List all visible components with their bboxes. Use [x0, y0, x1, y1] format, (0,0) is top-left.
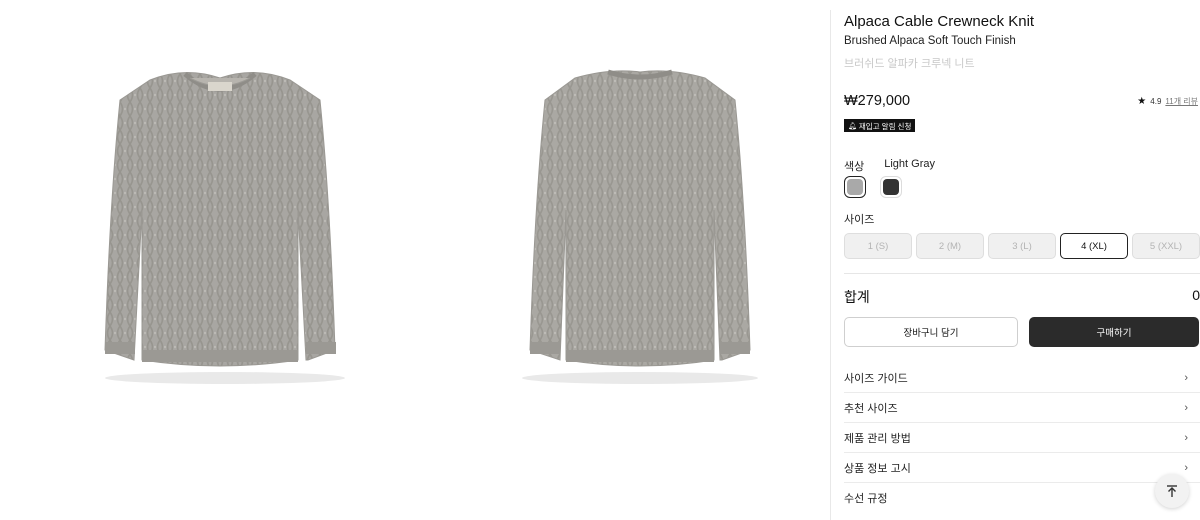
- chevron-right-icon: ›: [1184, 401, 1188, 414]
- restock-label: 재입고 알림 신청: [858, 121, 912, 131]
- size-label: 사이즈: [844, 214, 875, 226]
- size-button-4[interactable]: 4 (XL): [1060, 233, 1128, 259]
- accordion-label: 상품 정보 고시: [844, 462, 911, 475]
- chevron-right-icon: ›: [1184, 371, 1188, 384]
- product-title: Alpaca Cable Crewneck Knit: [844, 13, 1035, 30]
- size-button-5[interactable]: 5 (XXL): [1132, 233, 1200, 259]
- sweater-back-illustration: [522, 69, 758, 384]
- accordion-size-guide[interactable]: 사이즈 가이드 ›: [844, 363, 1200, 393]
- product-price: ₩279,000: [844, 93, 911, 109]
- product-gallery: [0, 0, 830, 520]
- rating-value: 4.9: [1150, 97, 1162, 106]
- product-info-panel: Alpaca Cable Crewneck Knit Brushed Alpac…: [844, 0, 1200, 520]
- total-value: 0: [1192, 287, 1200, 303]
- chevron-right-icon: ›: [1184, 431, 1188, 444]
- accordion-label: 제품 관리 방법: [844, 432, 911, 445]
- section-divider: [844, 273, 1200, 274]
- total-label: 합계: [844, 289, 870, 305]
- color-swatch-light-gray[interactable]: [844, 176, 866, 198]
- info-accordion: 사이즈 가이드 › 추천 사이즈 › 제품 관리 방법 › 상품 정보 고시 ›…: [844, 363, 1200, 513]
- accordion-label: 사이즈 가이드: [844, 372, 908, 385]
- star-icon: ★: [1137, 96, 1147, 107]
- reviews-link[interactable]: 11개 리뷰: [1165, 96, 1198, 107]
- chevron-right-icon: ›: [1184, 461, 1188, 474]
- size-button-1[interactable]: 1 (S): [844, 233, 912, 259]
- restock-alert-button[interactable]: 🔔︎ 재입고 알림 신청: [844, 119, 916, 132]
- size-options: 1 (S) 2 (M) 3 (L) 4 (XL) 5 (XXL): [844, 233, 1200, 259]
- accordion-product-notice[interactable]: 상품 정보 고시 ›: [844, 453, 1200, 483]
- color-label: 색상: [844, 161, 865, 173]
- rating-summary: ★ 4.9 11개 리뷰: [1137, 96, 1198, 107]
- product-name-korean: 브러쉬드 알파카 크루넥 니트: [844, 58, 975, 70]
- add-to-cart-button[interactable]: 장바구니 담기: [844, 317, 1018, 347]
- buy-now-button[interactable]: 구매하기: [1029, 317, 1199, 347]
- product-image-front[interactable]: [80, 60, 360, 390]
- color-swatches: [844, 176, 902, 198]
- arrow-up-to-top-icon: [1167, 485, 1177, 497]
- color-option-header: 색상 Light Gray: [844, 158, 935, 174]
- accordion-label: 수선 규정: [844, 493, 888, 505]
- bell-icon: 🔔︎: [848, 123, 857, 130]
- selected-color-name: Light Gray: [884, 158, 935, 170]
- product-image-back[interactable]: [500, 60, 780, 390]
- accordion-repair-policy[interactable]: 수선 규정: [844, 483, 1200, 513]
- scroll-to-top-button[interactable]: [1155, 474, 1189, 508]
- accordion-recommended-size[interactable]: 추천 사이즈 ›: [844, 393, 1200, 423]
- size-button-2[interactable]: 2 (M): [916, 233, 984, 259]
- gallery-divider: [830, 10, 831, 520]
- accordion-care-instructions[interactable]: 제품 관리 방법 ›: [844, 423, 1200, 453]
- accordion-label: 추천 사이즈: [844, 402, 898, 415]
- size-button-3[interactable]: 3 (L): [988, 233, 1056, 259]
- sweater-front-illustration: [104, 71, 345, 384]
- product-subtitle: Brushed Alpaca Soft Touch Finish: [844, 35, 1016, 47]
- color-swatch-charcoal[interactable]: [880, 176, 902, 198]
